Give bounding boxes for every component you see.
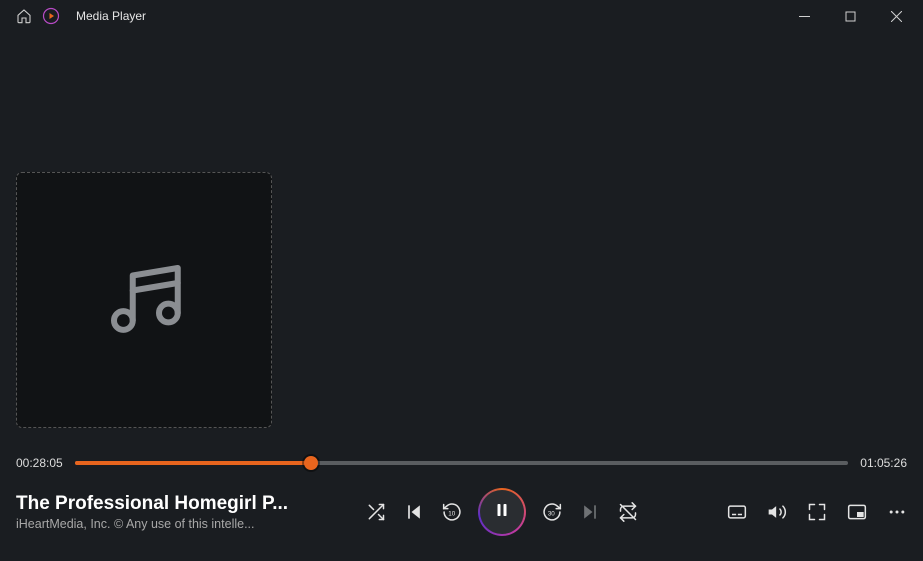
- home-icon[interactable]: [16, 8, 32, 24]
- repeat-off-button[interactable]: [618, 502, 638, 522]
- previous-button[interactable]: [404, 502, 424, 522]
- close-button[interactable]: [873, 0, 919, 32]
- seek-slider[interactable]: [75, 461, 849, 465]
- volume-button[interactable]: [767, 502, 787, 522]
- seek-fill: [75, 461, 312, 465]
- pause-icon: [493, 501, 511, 524]
- more-options-button[interactable]: [887, 502, 907, 522]
- svg-text:10: 10: [448, 510, 455, 517]
- seek-thumb[interactable]: [304, 456, 318, 470]
- app-logo-icon: [42, 7, 60, 25]
- shuffle-button[interactable]: [366, 502, 386, 522]
- skip-back-10-button[interactable]: 10: [442, 502, 462, 522]
- maximize-button[interactable]: [827, 0, 873, 32]
- control-row: The Professional Homegirl P... iHeartMed…: [0, 474, 923, 544]
- play-pause-button[interactable]: [480, 490, 524, 534]
- app-title: Media Player: [76, 9, 146, 23]
- track-title: The Professional Homegirl P...: [16, 493, 306, 515]
- music-note-icon: [99, 253, 189, 348]
- elapsed-time: 00:28:05: [16, 456, 63, 470]
- svg-text:30: 30: [547, 510, 554, 517]
- album-art-placeholder: [16, 172, 272, 428]
- progress-row: 00:28:05 01:05:26: [0, 450, 923, 474]
- skip-forward-30-button[interactable]: 30: [542, 502, 562, 522]
- playback-controls: 10 30: [306, 490, 697, 534]
- right-controls: [697, 502, 907, 522]
- subtitles-button[interactable]: [727, 502, 747, 522]
- fullscreen-button[interactable]: [807, 502, 827, 522]
- next-button[interactable]: [580, 502, 600, 522]
- minimize-button[interactable]: [781, 0, 827, 32]
- mini-player-button[interactable]: [847, 502, 867, 522]
- main-canvas: [0, 32, 923, 450]
- total-time: 01:05:26: [860, 456, 907, 470]
- titlebar: Media Player: [0, 0, 923, 32]
- track-meta: The Professional Homegirl P... iHeartMed…: [16, 493, 306, 531]
- track-subtitle: iHeartMedia, Inc. © Any use of this inte…: [16, 517, 306, 531]
